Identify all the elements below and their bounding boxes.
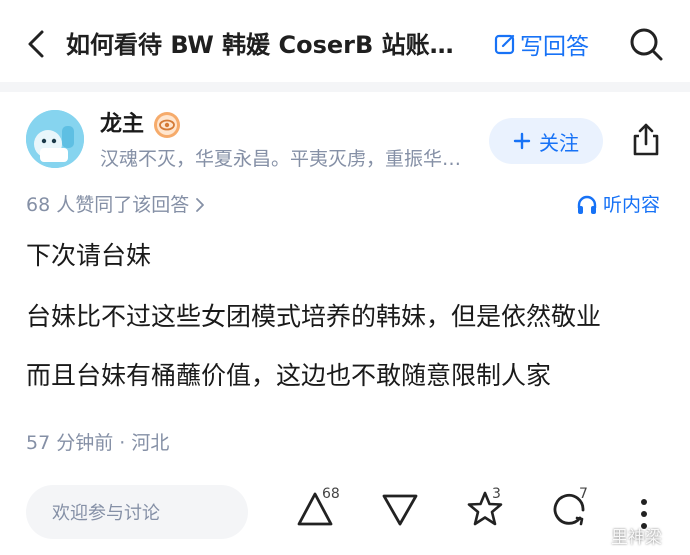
watermark: 里神梁 bbox=[588, 523, 662, 548]
comment-button[interactable]: 7 bbox=[551, 486, 593, 538]
avatar-image bbox=[26, 110, 84, 168]
favorite-count: 3 bbox=[492, 486, 501, 502]
header-divider bbox=[0, 82, 690, 92]
author-name[interactable]: 龙主 bbox=[100, 110, 144, 140]
eye-badge-icon[interactable] bbox=[152, 110, 182, 140]
weibo-logo-icon bbox=[588, 531, 606, 544]
likes-text: 68 人赞同了该回答 bbox=[26, 194, 190, 216]
edit-icon bbox=[494, 34, 515, 55]
share-icon bbox=[633, 123, 659, 156]
back-button[interactable] bbox=[22, 26, 50, 62]
search-button[interactable] bbox=[628, 26, 664, 62]
answer-paragraph: 而且台妹有桶蘸价值，这边也不敢随意限制人家 bbox=[26, 361, 552, 390]
write-answer-button[interactable]: 写回答 bbox=[494, 27, 589, 61]
upvote-button[interactable]: 68 bbox=[296, 486, 344, 538]
chevron-right-icon bbox=[196, 198, 205, 212]
answer-paragraph: 下次请台妹 bbox=[26, 241, 152, 270]
search-icon bbox=[630, 28, 663, 61]
author-bio: 汉魂不灭，华夏永昌。平夷灭虏，重振华夏雄风 bbox=[100, 148, 480, 170]
answer-paragraph: 台妹比不过这些女团模式培养的韩妹，但是依然敬业 bbox=[26, 302, 602, 331]
comment-input[interactable]: 欢迎参与讨论 bbox=[26, 485, 248, 539]
favorite-button[interactable]: 3 bbox=[466, 486, 508, 538]
upvote-count: 68 bbox=[322, 486, 340, 502]
follow-button[interactable]: 关注 bbox=[489, 118, 603, 164]
watermark-text: 里神梁 bbox=[611, 528, 662, 548]
back-arrow-icon bbox=[28, 30, 44, 58]
question-title[interactable]: 如何看待 BW 韩媛 CoserB 站账号开通弹幕功能的事件？ bbox=[66, 28, 471, 62]
listen-label: 听内容 bbox=[603, 194, 661, 216]
answer-meta: 57 分钟前 · 河北 bbox=[26, 432, 170, 454]
downvote-button[interactable] bbox=[381, 488, 421, 538]
avatar[interactable] bbox=[26, 110, 84, 168]
headphones-icon bbox=[577, 195, 597, 214]
likes-summary[interactable]: 68 人赞同了该回答 bbox=[26, 190, 205, 220]
comment-count: 7 bbox=[579, 486, 588, 502]
listen-button[interactable]: 听内容 bbox=[576, 190, 660, 220]
share-button[interactable] bbox=[628, 122, 664, 158]
write-answer-label: 写回答 bbox=[520, 34, 589, 60]
plus-icon bbox=[513, 132, 531, 150]
downvote-icon bbox=[382, 494, 418, 526]
follow-label: 关注 bbox=[539, 130, 579, 155]
top-bar: 如何看待 BW 韩媛 CoserB 站账号开通弹幕功能的事件？ 写回答 bbox=[0, 0, 690, 88]
